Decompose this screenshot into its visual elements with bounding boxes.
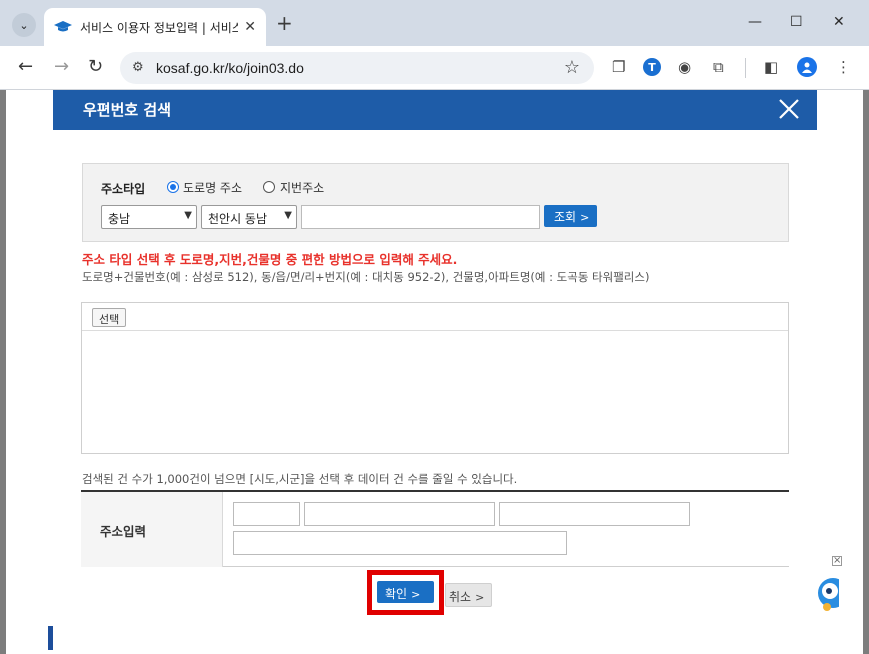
chevron-down-icon: ▼ — [184, 210, 192, 221]
window-close-button[interactable]: ✕ — [833, 14, 845, 30]
chatbot-mascot-icon[interactable] — [815, 565, 848, 615]
modal-header: 우편번호 검색 — [53, 90, 817, 130]
province-select-value: 충남 — [108, 212, 131, 226]
modal-title: 우편번호 검색 — [83, 101, 172, 119]
close-tab-icon[interactable]: ✕ — [244, 19, 256, 35]
select-button[interactable]: 선택 — [92, 308, 127, 327]
address-field-1[interactable] — [304, 502, 495, 526]
address-input-label: 주소입력 — [100, 524, 147, 539]
side-panel-icon[interactable]: ◧ — [764, 57, 778, 77]
browser-toolbar: ← → ↻ ⚙ kosaf.go.kr/ko/join03.do ☆ ❐ T ◉… — [0, 46, 869, 90]
zipcode-field[interactable] — [233, 502, 300, 526]
confirm-button[interactable]: 확인 > — [377, 581, 434, 603]
cancel-button-label: 취소 — [449, 590, 472, 604]
address-input-table: 주소입력 — [81, 490, 789, 567]
graduation-cap-icon — [54, 20, 72, 34]
query-button[interactable]: 조회 > — [544, 205, 597, 227]
detail-address-field[interactable] — [233, 531, 567, 555]
address-input-label-cell: 주소입력 — [81, 492, 223, 567]
tab-list-button[interactable]: ⌄ — [12, 13, 36, 37]
city-select-value: 천안시 동남 — [208, 212, 268, 226]
reload-button[interactable]: ↻ — [88, 57, 103, 77]
camera-icon[interactable]: ◉ — [678, 57, 691, 77]
site-info-icon[interactable]: ⚙ — [132, 60, 144, 75]
minimize-button[interactable]: — — [748, 14, 762, 30]
confirm-button-label: 확인 — [385, 587, 408, 601]
tab-active[interactable]: 서비스 이용자 정보입력 | 서비스 이용 ✕ — [44, 8, 266, 46]
address-type-label: 주소타입 — [101, 182, 146, 196]
radio-lot-label[interactable]: 지번주소 — [280, 179, 324, 196]
address-bar[interactable]: ⚙ kosaf.go.kr/ko/join03.do ☆ — [120, 52, 594, 84]
city-select[interactable]: 천안시 동남 ▼ — [201, 205, 297, 229]
zipcode-search-modal: 우편번호 검색 주소타입 도로명 주소 지번주소 충남 ▼ 천안시 동남 ▼ 조… — [53, 90, 817, 654]
tab-title: 서비스 이용자 정보입력 | 서비스 이용 — [80, 20, 238, 35]
chevron-right-icon: > — [580, 211, 590, 224]
toolbar-divider — [745, 58, 746, 78]
radio-road-address[interactable] — [167, 181, 179, 193]
radio-road-label[interactable]: 도로명 주소 — [183, 179, 242, 196]
search-panel: 주소타입 도로명 주소 지번주소 충남 ▼ 천안시 동남 ▼ 조회 > — [82, 163, 789, 242]
province-select[interactable]: 충남 ▼ — [101, 205, 197, 229]
radio-lot-address[interactable] — [263, 181, 275, 193]
results-header: 선택 — [82, 303, 788, 331]
url-text: kosaf.go.kr/ko/join03.do — [156, 60, 304, 76]
input-guide-notice: 주소 타입 선택 후 도로명,지번,건물명 중 편한 방법으로 입력해 주세요. — [82, 252, 458, 267]
bookmark-star-icon[interactable]: ☆ — [564, 57, 580, 78]
search-input[interactable] — [301, 205, 540, 229]
input-example-text: 도로명+건물번호(예 : 삼성로 512), 동/읍/면/리+번지(예 : 대치… — [82, 270, 650, 284]
tab-strip: ⌄ 서비스 이용자 정보입력 | 서비스 이용 ✕ + — ☐ ✕ — [0, 0, 869, 46]
result-count-note: 검색된 건 수가 1,000건이 넘으면 [시도,시군]을 선택 후 데이터 건… — [82, 472, 518, 486]
browser-chrome: ⌄ 서비스 이용자 정보입력 | 서비스 이용 ✕ + — ☐ ✕ ← → ↻ … — [0, 0, 869, 90]
extension-t-icon[interactable]: T — [643, 58, 661, 76]
query-button-label: 조회 — [554, 210, 577, 224]
search-results-list: 선택 — [81, 302, 789, 454]
back-button[interactable]: ← — [18, 57, 33, 77]
profile-avatar[interactable] — [797, 57, 817, 77]
chevron-right-icon: > — [475, 591, 485, 604]
forward-button[interactable]: → — [54, 57, 69, 77]
confirm-highlight: 확인 > — [367, 570, 444, 615]
extensions-puzzle-icon[interactable]: ⧉ — [713, 57, 724, 77]
page-left-margin — [6, 90, 53, 654]
cancel-button[interactable]: 취소 > — [445, 583, 492, 607]
menu-kebab-icon[interactable]: ⋮ — [836, 57, 851, 77]
chevron-right-icon: > — [411, 588, 421, 601]
new-tab-button[interactable]: + — [276, 13, 293, 33]
address-field-2[interactable] — [499, 502, 690, 526]
maximize-button[interactable]: ☐ — [790, 14, 803, 30]
copy-icon[interactable]: ❐ — [612, 57, 625, 77]
close-icon[interactable] — [777, 97, 801, 121]
chevron-down-icon: ▼ — [284, 210, 292, 221]
